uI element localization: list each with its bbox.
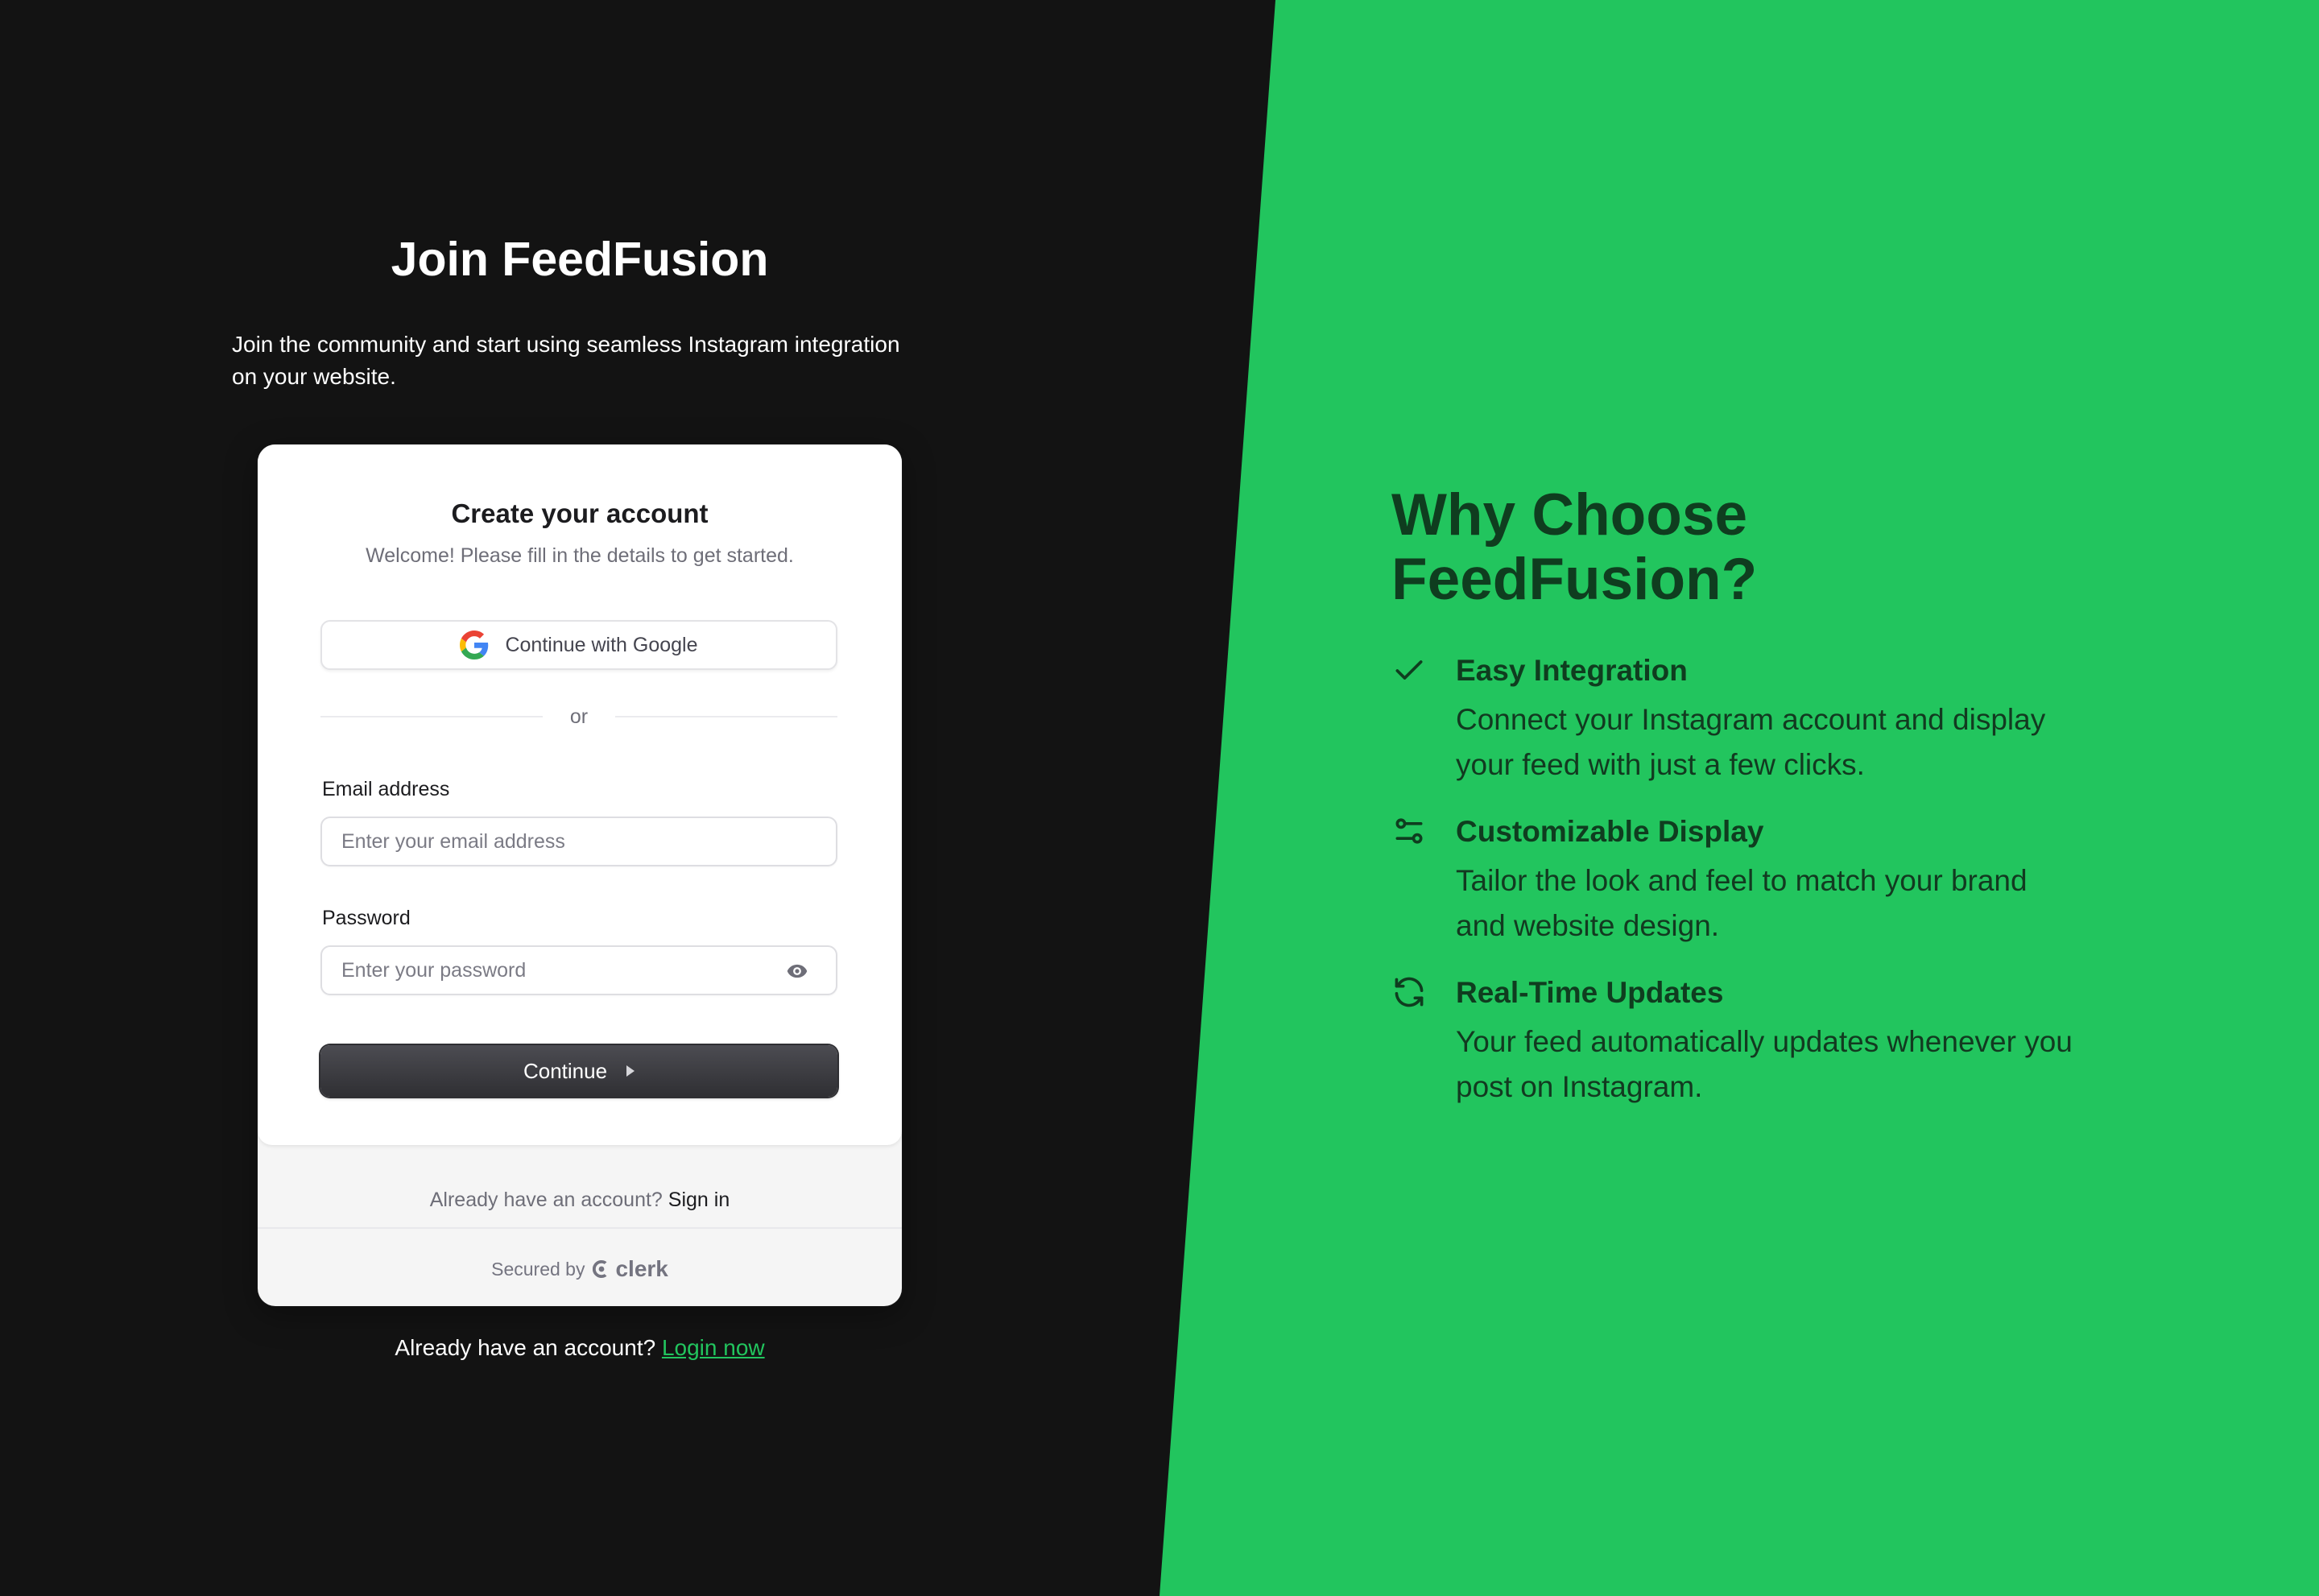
footer-divider [258,1227,902,1229]
secured-by-clerk: Secured by clerk [258,1253,902,1285]
page-title: Join FeedFusion [391,233,769,286]
triangle-right-icon [626,1065,635,1077]
why-choose-title: Why Choose FeedFusion? [1391,482,1758,612]
secured-by-text: Secured by [491,1259,585,1280]
feature-description: Your feed automatically updates whenever… [1456,1025,2073,1103]
divider-line-right [615,716,837,717]
clerk-logo[interactable]: clerk [593,1253,668,1285]
clerk-icon [593,1260,607,1278]
signup-section: Join FeedFusion Join the community and s… [0,0,1160,1596]
card-title: Create your account [451,498,709,528]
signup-card: Create your account Welcome! Please fill… [258,444,902,1306]
sliders-icon [1391,813,1427,849]
email-label: Email address [322,778,450,800]
feature-title: Customizable Display [1456,815,1764,848]
password-field[interactable] [320,945,837,995]
google-icon [460,631,489,659]
refresh-icon [1391,974,1427,1010]
eye-icon[interactable] [786,960,808,982]
or-divider: or [320,702,837,731]
feature-title: Easy Integration [1456,654,1688,687]
sign-in-link[interactable]: Sign in [668,1189,730,1211]
login-prompt-text: Already have an account? [395,1335,656,1360]
clerk-wordmark: clerk [615,1256,668,1281]
feature-title: Real-Time Updates [1456,976,1724,1009]
feature-description: Tailor the look and feel to match your b… [1456,864,2028,942]
card-subtitle: Welcome! Please fill in the details to g… [366,544,794,567]
page-subtitle: Join the community and start using seaml… [232,332,900,389]
login-prompt: Already have an account? Login now [0,1332,1160,1364]
password-label: Password [322,907,411,929]
continue-button-label: Continue [523,1058,608,1083]
email-field[interactable] [320,817,837,866]
signup-card-body: Create your account Welcome! Please fill… [258,444,902,1145]
google-button-label: Continue with Google [505,633,698,656]
card-footer: Already have an account? Sign in [258,1185,902,1214]
checkmark-icon [1391,652,1427,688]
continue-button[interactable]: Continue [320,1045,837,1097]
footer-prompt: Already have an account? [429,1189,663,1211]
continue-with-google-button[interactable]: Continue with Google [320,620,837,670]
feature-description: Connect your Instagram account and displ… [1456,703,2046,781]
login-now-link[interactable]: Login now [662,1335,765,1360]
